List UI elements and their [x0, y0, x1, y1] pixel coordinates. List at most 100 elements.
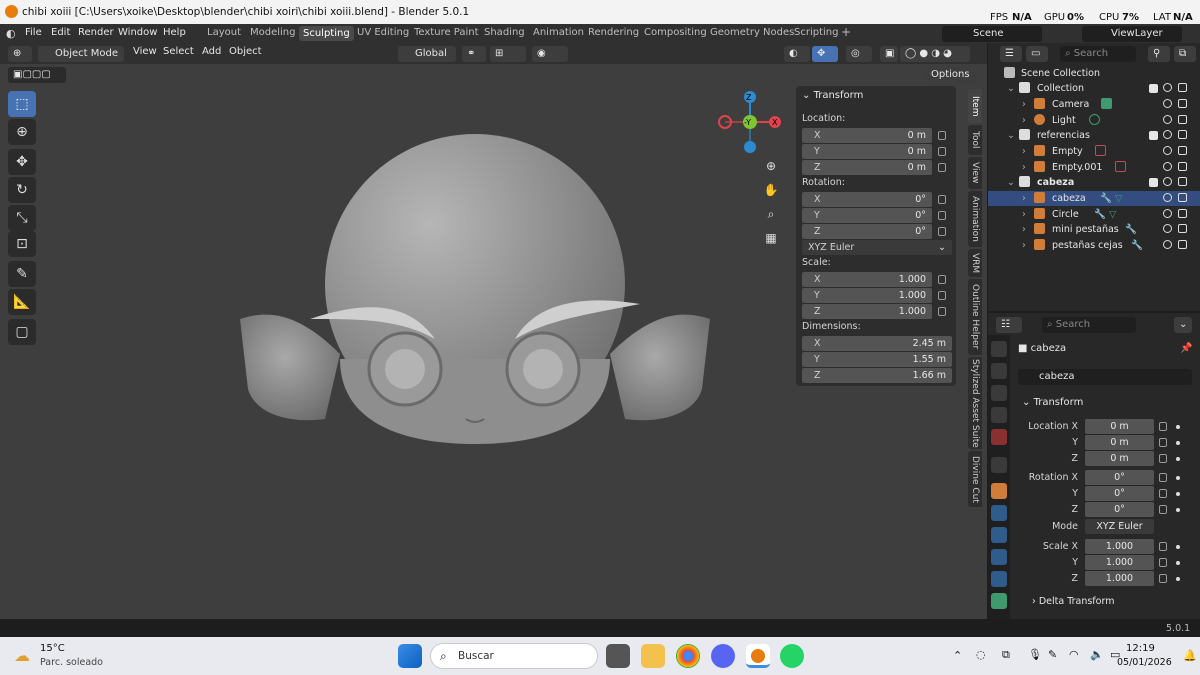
keyframe-dot-icon[interactable] [1176, 577, 1180, 581]
lock-icon[interactable] [938, 211, 946, 220]
tab-rendering[interactable]: Rendering [588, 27, 639, 38]
transform-orientation-dropdown[interactable]: Global [398, 46, 456, 62]
3d-viewport[interactable]: ▣▢▢▢ Options ⬚ ⊕ ✥ ↻ ⤡ ⊡ ✎ 📐 ▢ Z -Y X ⊕ … [0, 64, 987, 619]
dimensions-x-field[interactable]: X 2.45 m [802, 336, 952, 351]
tab-animation[interactable]: Animation [968, 191, 982, 247]
keyframe-dot-icon[interactable] [1176, 545, 1180, 549]
lock-icon[interactable] [938, 131, 946, 140]
eye-icon[interactable] [1163, 209, 1172, 218]
view-layer-tab-icon[interactable] [991, 407, 1007, 423]
menu-file[interactable]: File [25, 27, 42, 38]
camera-icon[interactable] [1178, 209, 1187, 218]
camera-icon[interactable] [1178, 146, 1187, 155]
eye-icon[interactable] [1163, 162, 1172, 171]
tab-texture-paint[interactable]: Texture Paint [414, 27, 479, 38]
eye-icon[interactable] [1163, 115, 1172, 124]
lock-icon[interactable] [1159, 542, 1167, 551]
list-item[interactable]: ⌄ Collection [988, 81, 1200, 96]
microphone-icon[interactable]: 🎙 [1028, 648, 1042, 661]
eye-icon[interactable] [1163, 83, 1172, 92]
transform-icon[interactable]: ⊡ [8, 231, 36, 257]
chevron-right-icon[interactable]: › [1022, 240, 1026, 251]
keyframe-dot-icon[interactable] [1176, 561, 1180, 565]
keyframe-dot-icon[interactable] [1176, 441, 1180, 445]
keyframe-dot-icon[interactable] [1176, 457, 1180, 461]
new-collection-icon[interactable]: ⧉ [1174, 46, 1196, 62]
tab-layout[interactable]: Layout [207, 27, 241, 38]
lock-icon[interactable] [1159, 558, 1167, 567]
start-icon[interactable] [398, 644, 422, 668]
outliner-search-input[interactable]: ⌕ Search [1060, 46, 1136, 62]
object-name-field[interactable]: cabeza [1018, 369, 1192, 385]
world-tab-icon[interactable] [991, 429, 1007, 445]
scale-x-field[interactable]: X 1.000 [802, 272, 932, 287]
render-tab-icon[interactable] [991, 363, 1007, 379]
tab-animation[interactable]: Animation [533, 27, 584, 38]
rotate-icon[interactable]: ↻ [8, 177, 36, 203]
list-item[interactable]: › Camera [988, 97, 1200, 112]
rotation-mode-dropdown[interactable]: XYZ Euler ⌄ [802, 240, 952, 255]
tab-outline-helper[interactable]: Outline Helper [968, 279, 982, 355]
camera-icon[interactable] [1178, 130, 1187, 139]
chevron-right-icon[interactable]: › [1022, 115, 1026, 126]
chevron-right-icon[interactable]: › [1022, 224, 1026, 235]
chevron-down-icon[interactable]: ⌄ [1007, 130, 1015, 141]
chevron-down-icon[interactable]: ⌄ [1007, 177, 1015, 188]
physics-tab-icon[interactable] [991, 549, 1007, 565]
lock-icon[interactable] [938, 163, 946, 172]
camera-icon[interactable] [1178, 240, 1187, 249]
output-tab-icon[interactable] [991, 385, 1007, 401]
tab-scripting[interactable]: Scripting [794, 27, 838, 38]
lock-icon[interactable] [938, 195, 946, 204]
lock-icon[interactable] [1159, 422, 1167, 431]
lock-icon[interactable] [1159, 489, 1167, 498]
camera-icon[interactable] [1178, 193, 1187, 202]
menu-object[interactable]: Object [229, 46, 262, 57]
notification-icon[interactable]: 🔔 [1183, 649, 1197, 662]
viewlayer-selector[interactable]: ViewLayer [1082, 26, 1182, 42]
chibi-head-model[interactable] [230, 119, 720, 449]
location-x-field[interactable]: X 0 m [802, 128, 932, 143]
chevron-right-icon[interactable]: › [1022, 209, 1026, 220]
prop-scale-x[interactable]: 1.000 [1085, 539, 1154, 554]
chevron-right-icon[interactable]: › [1022, 162, 1026, 173]
list-item[interactable]: › pestañas cejas 🔧 [988, 238, 1200, 253]
menu-window[interactable]: Window [118, 27, 157, 38]
shading-modes[interactable]: ◯ ● ◑ ◕ [900, 46, 970, 62]
task-view-icon[interactable] [606, 644, 630, 668]
prop-rotation-y[interactable]: 0° [1085, 486, 1154, 501]
pen-icon[interactable]: ✎ [1048, 648, 1057, 661]
blender-menu-icon[interactable]: ◐ [6, 27, 16, 40]
keyframe-dot-icon[interactable] [1176, 425, 1180, 429]
lock-icon[interactable] [1159, 438, 1167, 447]
lock-icon[interactable] [1159, 574, 1167, 583]
checkbox-icon[interactable] [1149, 131, 1158, 140]
measure-icon[interactable]: 📐 [8, 289, 36, 315]
rotation-z-field[interactable]: Z 0° [802, 224, 932, 239]
checkbox-icon[interactable] [1149, 84, 1158, 93]
lock-icon[interactable] [1159, 505, 1167, 514]
particles-tab-icon[interactable] [991, 527, 1007, 543]
scale-icon[interactable]: ⤡ [8, 205, 36, 231]
clock-date[interactable]: 05/01/2026 [1117, 657, 1172, 668]
taskbar-search-box[interactable]: ⌕ Buscar [430, 643, 598, 669]
zoom-icon[interactable]: ⊕ [761, 156, 781, 176]
prop-location-x[interactable]: 0 m [1085, 419, 1154, 434]
whatsapp-icon[interactable] [780, 644, 804, 668]
camera-view-icon[interactable]: ⌕ [761, 204, 781, 224]
lock-icon[interactable] [938, 291, 946, 300]
lock-icon[interactable] [1159, 473, 1167, 482]
add-cube-icon[interactable]: ▢ [8, 319, 36, 345]
editor-type-button[interactable]: ⊕ [8, 46, 32, 62]
camera-icon[interactable] [1178, 224, 1187, 233]
modifier-tab-icon[interactable] [991, 505, 1007, 521]
eye-icon[interactable] [1163, 240, 1172, 249]
transform-header[interactable]: ⌄ Transform [802, 90, 863, 101]
tool-tab-icon[interactable] [991, 341, 1007, 357]
chevron-down-icon[interactable]: ⌄ [1007, 83, 1015, 94]
lock-icon[interactable] [938, 275, 946, 284]
snap-icon[interactable]: ⊞ [490, 46, 526, 62]
list-item[interactable]: › Light [988, 113, 1200, 128]
checkbox-icon[interactable] [1149, 178, 1158, 187]
list-item-selected[interactable]: › cabeza 🔧 ▽ [988, 191, 1200, 206]
